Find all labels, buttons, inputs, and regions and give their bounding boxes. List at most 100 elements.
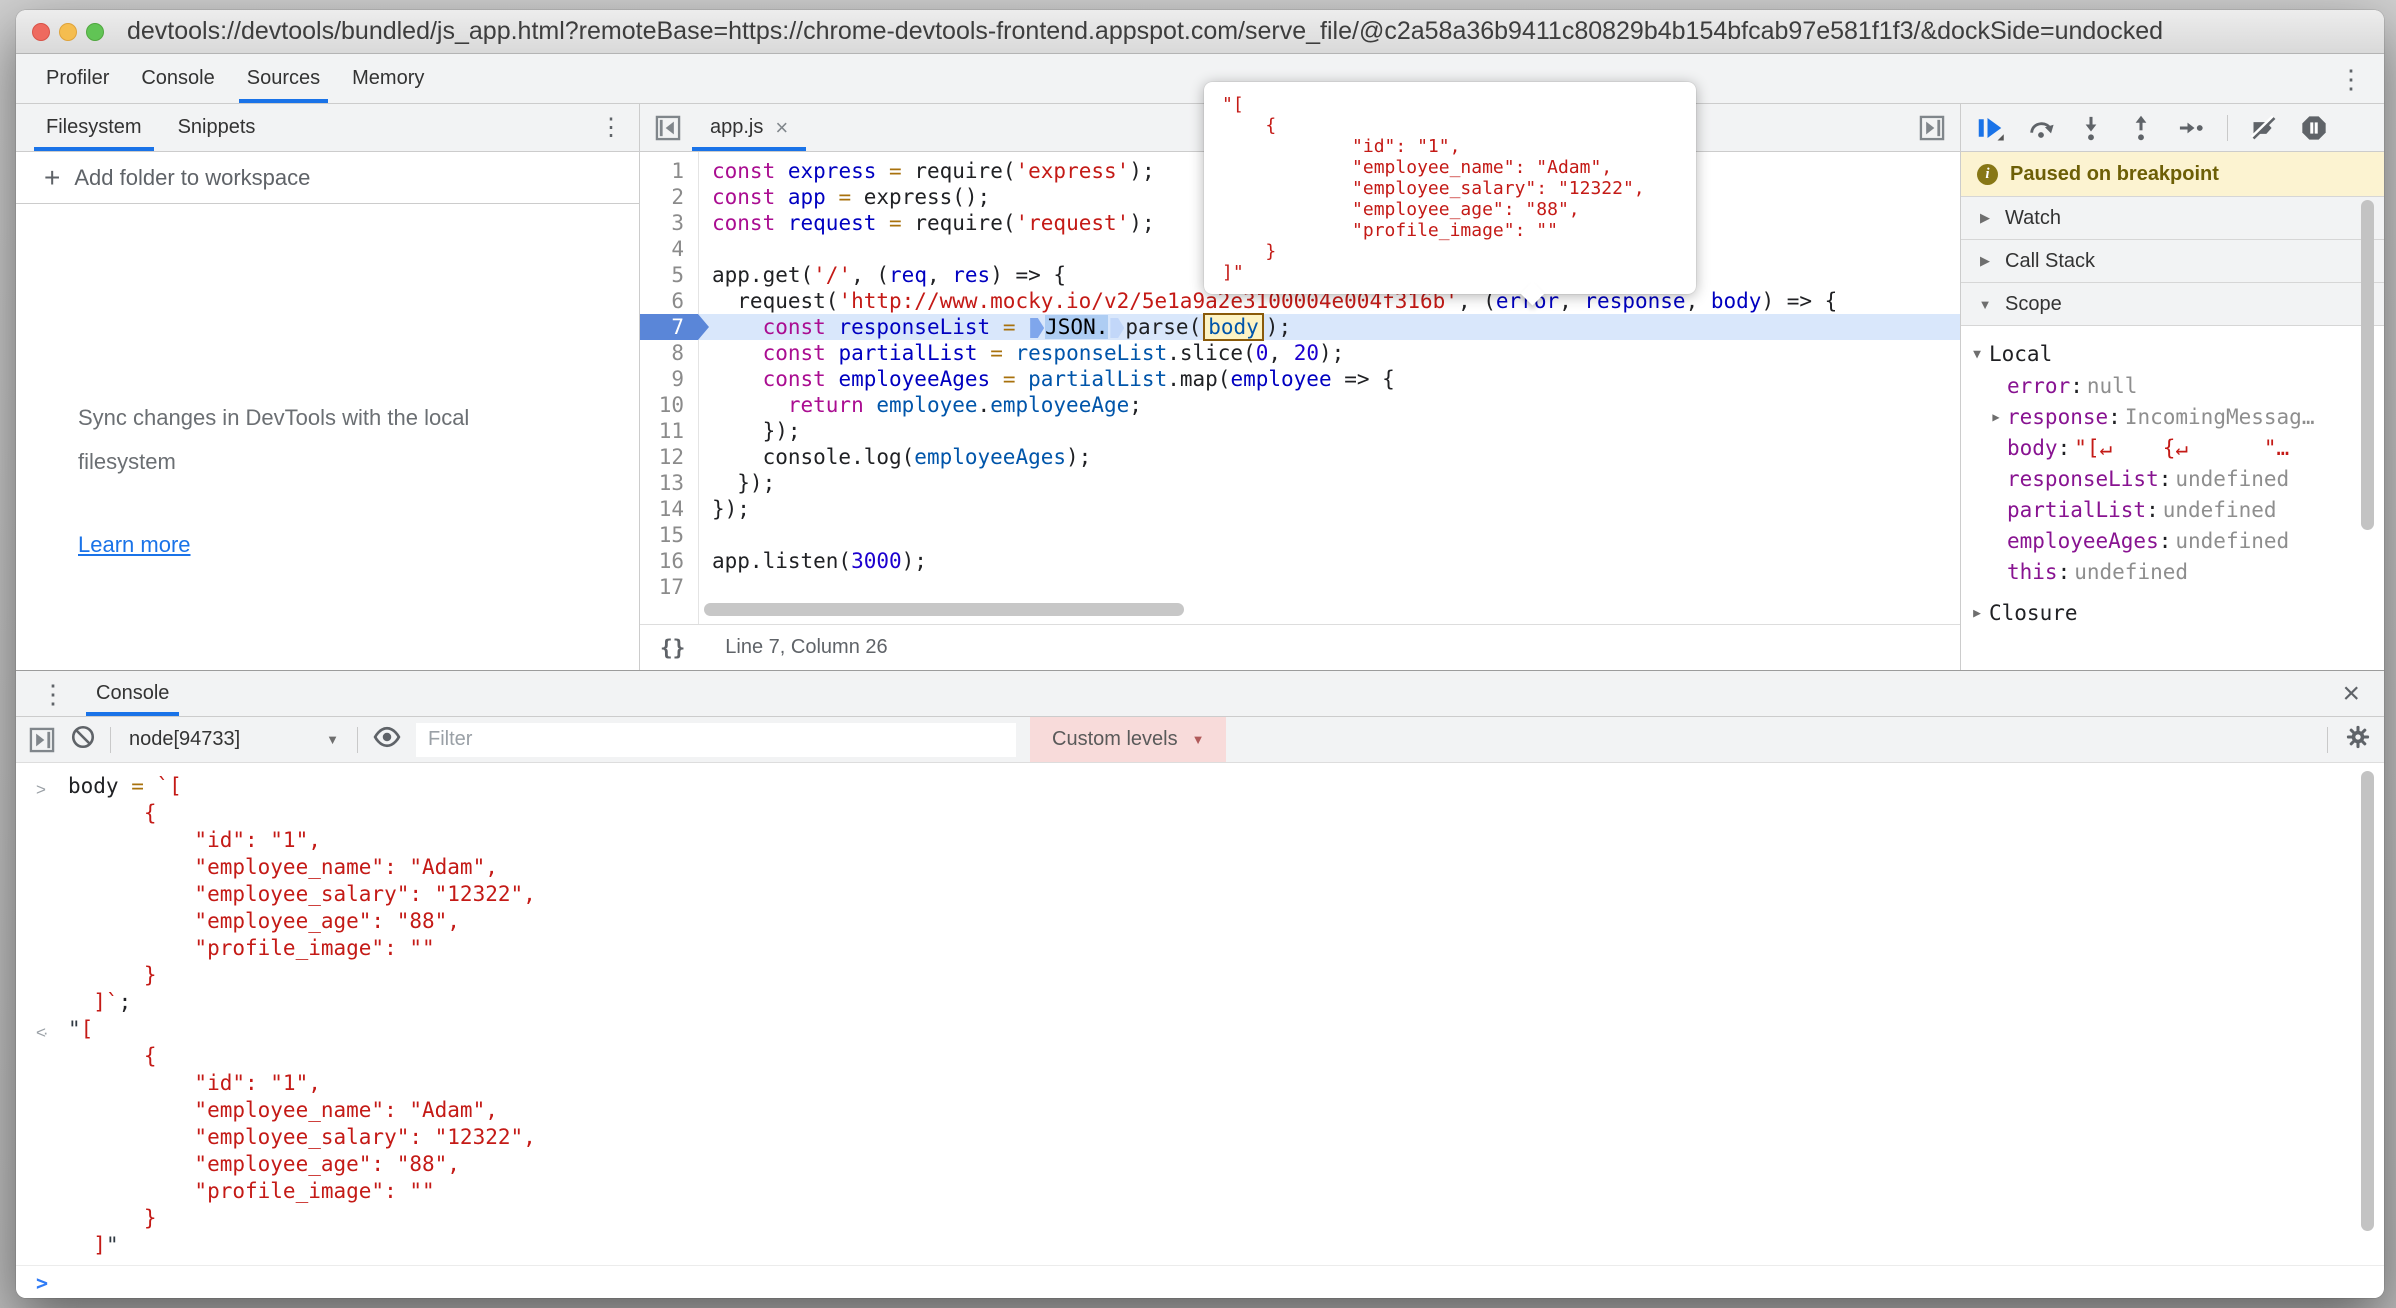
toolbar-separator — [357, 727, 358, 753]
section-call-stack[interactable]: ▶ Call Stack — [1961, 239, 2384, 282]
scope-var-partialList[interactable]: partialList:undefined — [1961, 494, 2384, 525]
sidebar-scrollbar[interactable] — [2361, 200, 2374, 530]
main-tab-bar: ProfilerConsoleSourcesMemory ⋮ — [16, 54, 2384, 104]
navigator-kebab-icon[interactable]: ⋮ — [583, 116, 639, 140]
code-line-17[interactable]: 17 — [640, 574, 1960, 600]
pause-on-exceptions-icon[interactable] — [2300, 114, 2328, 142]
line-number[interactable]: 9 — [640, 366, 698, 392]
step-out-icon[interactable] — [2127, 114, 2155, 142]
code-line-8[interactable]: 8 const partialList = responseList.slice… — [640, 340, 1960, 366]
console-command-entry: > body = `[ { "id": "1", "employee_name"… — [16, 773, 2384, 1016]
tab-memory[interactable]: Memory — [336, 54, 440, 103]
execution-context-selector[interactable]: node[94733] ▼ — [125, 728, 343, 751]
pretty-print-button[interactable]: {} — [660, 636, 685, 660]
close-window-button[interactable] — [32, 23, 50, 41]
console-settings-gear-icon[interactable] — [2344, 723, 2372, 756]
code-line-15[interactable]: 15 — [640, 522, 1960, 548]
scope-var-response[interactable]: ▶response:IncomingMessag… — [1961, 401, 2384, 432]
filter-input[interactable] — [416, 723, 1016, 757]
code-line-12[interactable]: 12 console.log(employeeAges); — [640, 444, 1960, 470]
line-number[interactable]: 11 — [640, 418, 698, 444]
live-expression-eye-icon[interactable] — [372, 722, 402, 757]
editor-tab-appjs[interactable]: app.js × — [692, 104, 806, 151]
console-tab-label: Console — [96, 682, 169, 705]
close-drawer-icon[interactable]: × — [2328, 679, 2374, 709]
code-line-11[interactable]: 11 }); — [640, 418, 1960, 444]
step-over-icon[interactable] — [2027, 114, 2055, 142]
clear-console-icon[interactable] — [70, 724, 96, 755]
zoom-window-button[interactable] — [86, 23, 104, 41]
line-number[interactable]: 15 — [640, 522, 698, 548]
add-folder-button[interactable]: + Add folder to workspace — [16, 152, 639, 204]
line-number[interactable]: 16 — [640, 548, 698, 574]
step-icon[interactable] — [2177, 114, 2205, 142]
expand-debugger-icon[interactable] — [1918, 114, 1946, 142]
command-chevron-icon: > — [36, 773, 68, 1016]
main-menu-kebab-icon[interactable]: ⋮ — [2318, 66, 2384, 92]
line-number[interactable]: 10 — [640, 392, 698, 418]
tab-profiler[interactable]: Profiler — [30, 54, 125, 103]
line-number[interactable]: 12 — [640, 444, 698, 470]
scope-var-this[interactable]: this:undefined — [1961, 556, 2384, 587]
drawer-kebab-icon[interactable]: ⋮ — [26, 681, 80, 707]
console-prompt[interactable]: > — [16, 1265, 2384, 1298]
scope-var-error[interactable]: error:null — [1961, 370, 2384, 401]
chevron-right-icon: ▶ — [1969, 606, 1985, 621]
show-console-sidebar-icon[interactable] — [28, 726, 56, 754]
code-line-14[interactable]: 14}); — [640, 496, 1960, 522]
code-line-10[interactable]: 10 return employee.employeeAge; — [640, 392, 1960, 418]
navigator-body: Sync changes in DevTools with the local … — [16, 204, 639, 670]
line-number[interactable]: 6 — [640, 288, 698, 314]
line-number[interactable]: 5 — [640, 262, 698, 288]
custom-levels-dropdown[interactable]: Custom levels ▼ — [1030, 717, 1226, 762]
scope-var-employeeAges[interactable]: employeeAges:undefined — [1961, 525, 2384, 556]
step-into-icon[interactable] — [2077, 114, 2105, 142]
line-number[interactable]: 7 — [640, 314, 698, 340]
navigator-tab-filesystem[interactable]: Filesystem — [28, 104, 160, 151]
resume-icon[interactable] — [1975, 113, 2005, 143]
close-tab-icon[interactable]: × — [775, 115, 788, 141]
debugger-sidebar: i Paused on breakpoint ▶ Watch ▶ Call St… — [1961, 104, 2384, 670]
deactivate-breakpoints-icon[interactable] — [2250, 114, 2278, 142]
code-line-16[interactable]: 16app.listen(3000); — [640, 548, 1960, 574]
scope-var-responseList[interactable]: responseList:undefined — [1961, 463, 2384, 494]
navigator-pane: FilesystemSnippets ⋮ + Add folder to wor… — [16, 104, 640, 670]
toolbar-separator — [2227, 115, 2228, 141]
window-title-url: devtools://devtools/bundled/js_app.html?… — [127, 17, 2163, 46]
navigator-tab-snippets[interactable]: Snippets — [160, 104, 274, 151]
devtools-window: devtools://devtools/bundled/js_app.html?… — [16, 10, 2384, 1298]
section-watch[interactable]: ▶ Watch — [1961, 196, 2384, 239]
console-header: ⋮ Console × — [16, 671, 2384, 717]
plus-icon: + — [44, 162, 60, 194]
code-line-13[interactable]: 13 }); — [640, 470, 1960, 496]
scope-closure-group[interactable]: ▶ Closure — [1961, 597, 2384, 629]
scope-var-body[interactable]: body:"[↵ {↵ "… — [1961, 432, 2384, 463]
custom-levels-label: Custom levels — [1052, 728, 1178, 751]
console-scrollbar[interactable] — [2361, 771, 2374, 1231]
code-line-7[interactable]: 7 const responseList = JSON.parse(body); — [640, 314, 1960, 340]
line-number[interactable]: 13 — [640, 470, 698, 496]
line-number[interactable]: 8 — [640, 340, 698, 366]
editor-horizontal-scrollbar[interactable] — [704, 603, 1184, 616]
editor-tab-label: app.js — [710, 116, 763, 139]
section-call-stack-label: Call Stack — [2005, 250, 2095, 273]
line-number[interactable]: 2 — [640, 184, 698, 210]
line-number[interactable]: 17 — [640, 574, 698, 600]
line-number[interactable]: 1 — [640, 158, 698, 184]
tab-console[interactable]: Console — [125, 54, 230, 103]
cursor-position-label: Line 7, Column 26 — [725, 636, 887, 659]
console-tab[interactable]: Console — [86, 671, 179, 716]
line-number[interactable]: 14 — [640, 496, 698, 522]
collapse-navigator-icon[interactable] — [654, 114, 682, 142]
chevron-right-icon: ▶ — [1977, 210, 1993, 226]
minimize-window-button[interactable] — [59, 23, 77, 41]
sync-description: Sync changes in DevTools with the local … — [78, 396, 558, 484]
scope-local-group[interactable]: ▼ Local — [1961, 338, 2384, 370]
line-number[interactable]: 3 — [640, 210, 698, 236]
learn-more-link[interactable]: Learn more — [78, 532, 191, 558]
line-number[interactable]: 4 — [640, 236, 698, 262]
tooltip-json-value: "[ { "id": "1", "employee_name": "Adam",… — [1222, 94, 1696, 283]
code-line-9[interactable]: 9 const employeeAges = partialList.map(e… — [640, 366, 1960, 392]
section-scope[interactable]: ▼ Scope — [1961, 282, 2384, 325]
tab-sources[interactable]: Sources — [231, 54, 336, 103]
